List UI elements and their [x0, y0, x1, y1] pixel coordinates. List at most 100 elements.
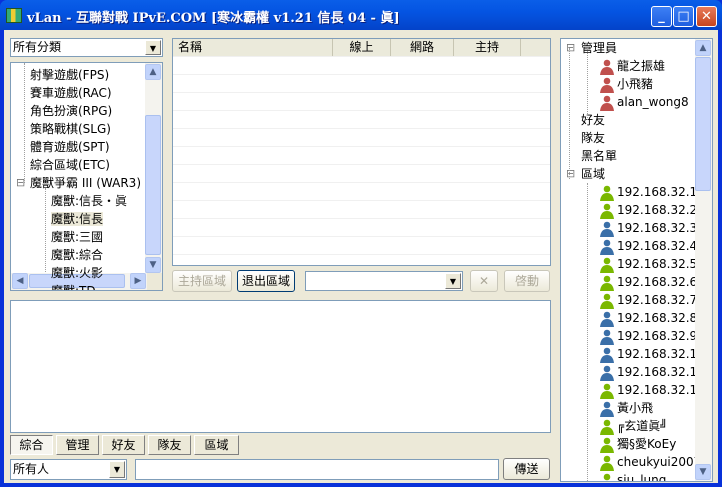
user-item[interactable]: 小飛豬: [599, 75, 653, 93]
column-header[interactable]: 主持: [454, 39, 521, 56]
scroll-thumb[interactable]: [145, 115, 161, 255]
user-icon: [599, 419, 615, 435]
column-header[interactable]: 網路: [391, 39, 454, 56]
user-item[interactable]: cheukyui2007: [599, 453, 701, 471]
user-item[interactable]: 192.168.32.4: [599, 237, 697, 255]
category-item[interactable]: 體育遊戲(SPT): [30, 138, 110, 156]
user-icon: [599, 257, 615, 273]
chat-tab[interactable]: 管理: [56, 435, 99, 455]
scroll-thumb[interactable]: [695, 57, 711, 191]
scroll-down-icon[interactable]: ▼: [695, 464, 711, 480]
category-label: 體育遊戲(SPT): [30, 140, 110, 154]
user-item[interactable]: alan_wong8: [599, 93, 689, 111]
user-item[interactable]: 192.168.32.8: [599, 309, 697, 327]
user-item[interactable]: 192.168.32.3: [599, 219, 697, 237]
category-item[interactable]: 射擊遊戲(FPS): [30, 66, 109, 84]
chevron-down-icon[interactable]: ▼: [445, 273, 461, 289]
close-button[interactable]: ✕: [696, 6, 717, 27]
collapse-icon[interactable]: ⊟: [566, 39, 575, 57]
chat-tab[interactable]: 好友: [102, 435, 145, 455]
scroll-down-icon[interactable]: ▼: [145, 257, 161, 273]
user-group[interactable]: ⊟ 區域: [566, 165, 605, 183]
admin-user-icon: [599, 59, 615, 75]
minimize-button[interactable]: _: [651, 6, 672, 27]
user-icon: [599, 455, 615, 471]
user-label: 192.168.32.9: [617, 329, 698, 343]
chat-input[interactable]: [135, 459, 499, 480]
user-item[interactable]: ╔玄道眞╝: [599, 417, 667, 435]
category-item[interactable]: 魔獸:TD: [51, 282, 96, 291]
user-item[interactable]: 192.168.32.9: [599, 327, 697, 345]
user-item[interactable]: 192.168.32.1: [599, 183, 697, 201]
user-label: 192.168.32.8: [617, 311, 698, 325]
chevron-down-icon[interactable]: ▼: [145, 40, 161, 55]
user-label: 192.168.32.4: [617, 239, 698, 253]
category-item[interactable]: 魔獸:三國: [51, 228, 103, 246]
user-group[interactable]: 黑名單: [581, 147, 617, 165]
maximize-button[interactable]: □: [673, 6, 694, 27]
category-label: 策略戰棋(SLG): [30, 122, 111, 136]
host-room-button[interactable]: 主持區域: [172, 270, 232, 292]
user-item[interactable]: siu_lung: [599, 471, 666, 481]
collapse-icon[interactable]: ⊟: [566, 165, 575, 183]
user-icon: [599, 383, 615, 399]
category-item[interactable]: 魔獸:綜合: [51, 246, 103, 264]
category-item[interactable]: 策略戰棋(SLG): [30, 120, 111, 138]
user-label: 隊友: [581, 131, 606, 145]
title-bar[interactable]: vLan - 互聯對戰 IPvE.COM [寒冰霸權 v1.21 信長 04 -…: [0, 0, 722, 30]
chat-target-combo[interactable]: 所有人 ▼: [10, 459, 127, 480]
user-vscrollbar[interactable]: ▲ ▼: [695, 39, 712, 481]
main-window: 所有分類 ▼ ▲ ▼ ◀ ▶ 射擊遊戲(FPS) 賽車遊戲(RAC) 角色扮演(RP…: [4, 30, 718, 483]
scroll-up-icon[interactable]: ▲: [145, 64, 161, 80]
user-icon: [599, 275, 615, 291]
room-table[interactable]: 名稱 線上 網路 主持: [172, 38, 551, 266]
chat-log[interactable]: [10, 300, 551, 433]
category-item[interactable]: 魔獸:信長: [51, 210, 104, 228]
chat-tab[interactable]: 隊友: [148, 435, 191, 455]
category-item[interactable]: 角色扮演(RPG): [30, 102, 112, 120]
column-header[interactable]: 線上: [333, 39, 391, 56]
scroll-left-icon[interactable]: ◀: [12, 273, 28, 289]
user-item[interactable]: 黃小飛: [599, 399, 653, 417]
user-item[interactable]: 192.168.32.5: [599, 255, 697, 273]
user-tree[interactable]: ▲ ▼ ⊟ 管理員 龍之振雄 小飛豬 alan_wong8 好友 隊友 黑名單 ⊟ 區域 192.1…: [560, 38, 713, 482]
category-item[interactable]: 賽車遊戲(RAC): [30, 84, 112, 102]
column-header[interactable]: [521, 39, 550, 56]
user-icon: [599, 203, 615, 219]
column-header[interactable]: 名稱: [173, 39, 333, 56]
category-item[interactable]: 魔獸:信長・眞: [51, 192, 127, 210]
user-label: 192.168.32.2: [617, 203, 698, 217]
scroll-right-icon[interactable]: ▶: [130, 273, 146, 289]
user-item[interactable]: 192.168.32.10: [599, 345, 705, 363]
user-icon: [599, 239, 615, 255]
chevron-down-icon[interactable]: ▼: [109, 461, 125, 478]
user-item[interactable]: 192.168.32.7: [599, 291, 697, 309]
user-item[interactable]: 192.168.32.12: [599, 381, 705, 399]
user-item[interactable]: 獨§愛KoEy: [599, 435, 676, 453]
category-combo[interactable]: 所有分類 ▼: [10, 38, 163, 57]
category-item[interactable]: ⊟ 魔獸爭霸 III (WAR3): [16, 174, 141, 192]
category-tree[interactable]: ▲ ▼ ◀ ▶ 射擊遊戲(FPS) 賽車遊戲(RAC) 角色扮演(RPG) 策略戰棋(…: [10, 62, 163, 291]
chat-tab[interactable]: 區域: [194, 435, 239, 455]
chat-tab[interactable]: 綜合: [10, 435, 53, 455]
user-label: 192.168.32.12: [617, 383, 705, 397]
start-button[interactable]: 啓動: [504, 270, 550, 292]
category-item[interactable]: 魔獸:火影: [51, 264, 103, 282]
user-group[interactable]: 隊友: [581, 129, 605, 147]
exit-room-button[interactable]: 退出區域: [237, 270, 295, 292]
user-group[interactable]: 好友: [581, 111, 605, 129]
user-label: 黑名單: [581, 149, 618, 163]
send-button[interactable]: 傳送: [503, 458, 550, 480]
category-label: 魔獸:TD: [51, 284, 96, 291]
user-item[interactable]: 192.168.32.6: [599, 273, 697, 291]
user-item[interactable]: 192.168.32.11: [599, 363, 705, 381]
tree-line: [24, 63, 25, 183]
user-item[interactable]: 192.168.32.2: [599, 201, 697, 219]
category-vscrollbar[interactable]: ▲ ▼: [145, 63, 162, 274]
user-icon: [599, 329, 615, 345]
category-item[interactable]: 綜合區域(ETC): [30, 156, 110, 174]
scroll-up-icon[interactable]: ▲: [695, 40, 711, 56]
delete-button[interactable]: ✕: [470, 270, 498, 292]
room-combo[interactable]: ▼: [305, 271, 463, 291]
user-item[interactable]: 龍之振雄: [599, 57, 665, 75]
